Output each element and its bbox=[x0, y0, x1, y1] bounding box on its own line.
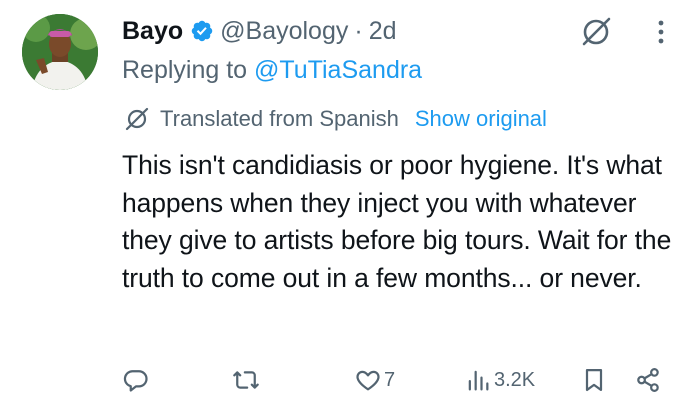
translation-bar: Translated from Spanish Show original bbox=[124, 104, 547, 134]
replying-to-label: Replying to bbox=[122, 56, 248, 84]
tweet-header: Bayo @Bayology · 2d bbox=[122, 14, 397, 48]
verified-badge-icon bbox=[191, 20, 213, 42]
avatar[interactable] bbox=[22, 14, 98, 90]
more-options-icon[interactable] bbox=[650, 14, 672, 50]
views-chart-icon bbox=[468, 370, 489, 391]
repost-button[interactable] bbox=[232, 360, 260, 400]
views-button[interactable]: 3.2K bbox=[464, 360, 535, 400]
tweet-text: This isn't candidiasis or poor hygiene. … bbox=[122, 150, 672, 293]
bookmark-icon bbox=[585, 368, 603, 392]
grok-icon[interactable] bbox=[578, 14, 614, 50]
action-bar: 7 3.2K bbox=[0, 360, 700, 400]
reply-icon bbox=[123, 370, 148, 392]
replying-to: Replying to @TuTiaSandra bbox=[122, 56, 422, 85]
heart-icon bbox=[356, 370, 380, 391]
author-name[interactable]: Bayo bbox=[122, 17, 183, 46]
avatar-photo bbox=[22, 14, 98, 90]
translate-icon bbox=[125, 107, 149, 131]
separator-dot: · bbox=[354, 16, 363, 45]
reply-button[interactable] bbox=[122, 360, 150, 400]
view-count: 3.2K bbox=[494, 368, 536, 391]
show-original-link[interactable]: Show original bbox=[415, 106, 547, 132]
share-button[interactable] bbox=[634, 360, 662, 400]
like-count: 7 bbox=[384, 368, 396, 391]
author-handle[interactable]: @Bayology bbox=[220, 17, 348, 46]
share-icon bbox=[637, 368, 659, 392]
translated-label: Translated from Spanish bbox=[160, 106, 399, 131]
replying-to-handle[interactable]: @TuTiaSandra bbox=[254, 56, 422, 84]
bookmark-button[interactable] bbox=[580, 360, 608, 400]
repost-icon bbox=[233, 371, 259, 389]
like-button[interactable]: 7 bbox=[354, 360, 395, 400]
timestamp[interactable]: 2d bbox=[369, 17, 397, 46]
